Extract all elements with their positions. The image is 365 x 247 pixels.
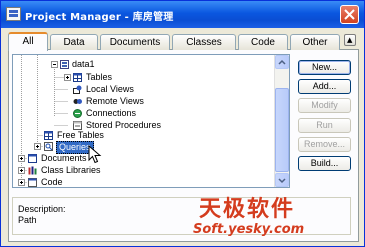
tree-item-label: Connections	[86, 108, 137, 118]
tree-item-label: Free Tables	[57, 130, 104, 140]
mouse-cursor-icon	[88, 145, 102, 164]
tree-item-code[interactable]: Code	[13, 177, 275, 187]
remote-view-icon	[73, 99, 82, 104]
tree-item-label: Tables	[86, 72, 113, 82]
tree-scrollbar[interactable]	[274, 55, 289, 187]
watermark-chinese: 天极软件	[199, 197, 296, 222]
expand-icon[interactable]	[34, 143, 41, 150]
form-icon	[28, 154, 37, 163]
table-icon	[73, 73, 82, 82]
tree-item-connections[interactable]: Connections	[13, 108, 275, 119]
tree-item-label: Local Views	[86, 84, 134, 94]
tab-code[interactable]: Code	[238, 34, 288, 50]
build-button[interactable]: Build...	[298, 156, 351, 171]
expand-icon[interactable]	[18, 179, 25, 186]
tab-data[interactable]: Data	[50, 34, 98, 50]
close-icon	[344, 9, 355, 20]
collapse-icon[interactable]	[51, 61, 58, 68]
tab-scroll-button[interactable]: ▲	[344, 34, 356, 46]
window-title: Project Manager - 库房管理	[25, 12, 174, 23]
expand-icon[interactable]	[18, 155, 25, 162]
tab-strip: All Data Documents Classes Code Other	[8, 32, 340, 51]
connection-icon	[73, 109, 82, 118]
watermark: 天极软件 Soft.yesky.com	[181, 189, 331, 245]
tree-item-label: data1	[72, 59, 95, 69]
close-button[interactable]	[340, 5, 359, 24]
tab-scroll-glyph: ▲	[347, 36, 353, 44]
path-label: Path	[18, 215, 37, 225]
code-icon	[28, 178, 37, 187]
project-manager-window: Project Manager - 库房管理 All Data Document…	[0, 0, 365, 247]
stored-procedure-icon	[73, 121, 82, 130]
description-label: Description:	[18, 204, 66, 214]
class-library-icon	[28, 166, 37, 175]
add-button[interactable]: Add...	[298, 79, 351, 94]
tree-item-local-views[interactable]: Local Views	[13, 84, 275, 95]
tab-other[interactable]: Other	[290, 34, 340, 50]
tree-item-remote-views[interactable]: Remote Views	[13, 96, 275, 107]
database-icon	[60, 60, 69, 69]
tree-item-documents[interactable]: Documents	[13, 153, 275, 164]
chevron-up-icon	[278, 59, 286, 65]
tree-item-tables[interactable]: Tables	[13, 72, 275, 83]
tree-item-label: Code	[41, 177, 63, 187]
tab-documents[interactable]: Documents	[100, 34, 170, 50]
tree-item-queries[interactable]: Queries	[13, 141, 275, 154]
tree-item-data1[interactable]: data1	[13, 59, 275, 70]
tab-all[interactable]: All	[8, 32, 48, 51]
watermark-url: Soft.yesky.com	[193, 222, 305, 237]
tree-item-free-tables[interactable]: Free Tables	[13, 130, 275, 141]
query-icon	[44, 142, 53, 151]
scroll-down-button[interactable]	[275, 173, 289, 187]
remove-button[interactable]: Remove...	[298, 137, 351, 152]
expand-icon[interactable]	[64, 74, 71, 81]
project-tree[interactable]: data1 Tables Local Views Remote Views Co…	[12, 54, 290, 188]
tree-item-label: Class Libraries	[41, 165, 101, 175]
tab-classes[interactable]: Classes	[172, 34, 236, 50]
expand-icon[interactable]	[18, 167, 25, 174]
local-view-icon	[73, 85, 82, 94]
modify-button[interactable]: Modify	[298, 98, 351, 113]
tree-item-label: Documents	[41, 153, 87, 163]
title-bar[interactable]: Project Manager - 库房管理	[1, 1, 364, 28]
tree-item-class-libraries[interactable]: Class Libraries	[13, 165, 275, 176]
chevron-down-icon	[278, 178, 286, 184]
table-icon	[44, 131, 53, 140]
scroll-thumb[interactable]	[275, 88, 289, 172]
tree-item-label: Remote Views	[86, 96, 144, 106]
project-manager-icon	[6, 7, 21, 21]
run-button[interactable]: Run	[298, 118, 351, 133]
scroll-up-button[interactable]	[275, 55, 289, 69]
new-button[interactable]: New...	[298, 60, 351, 75]
